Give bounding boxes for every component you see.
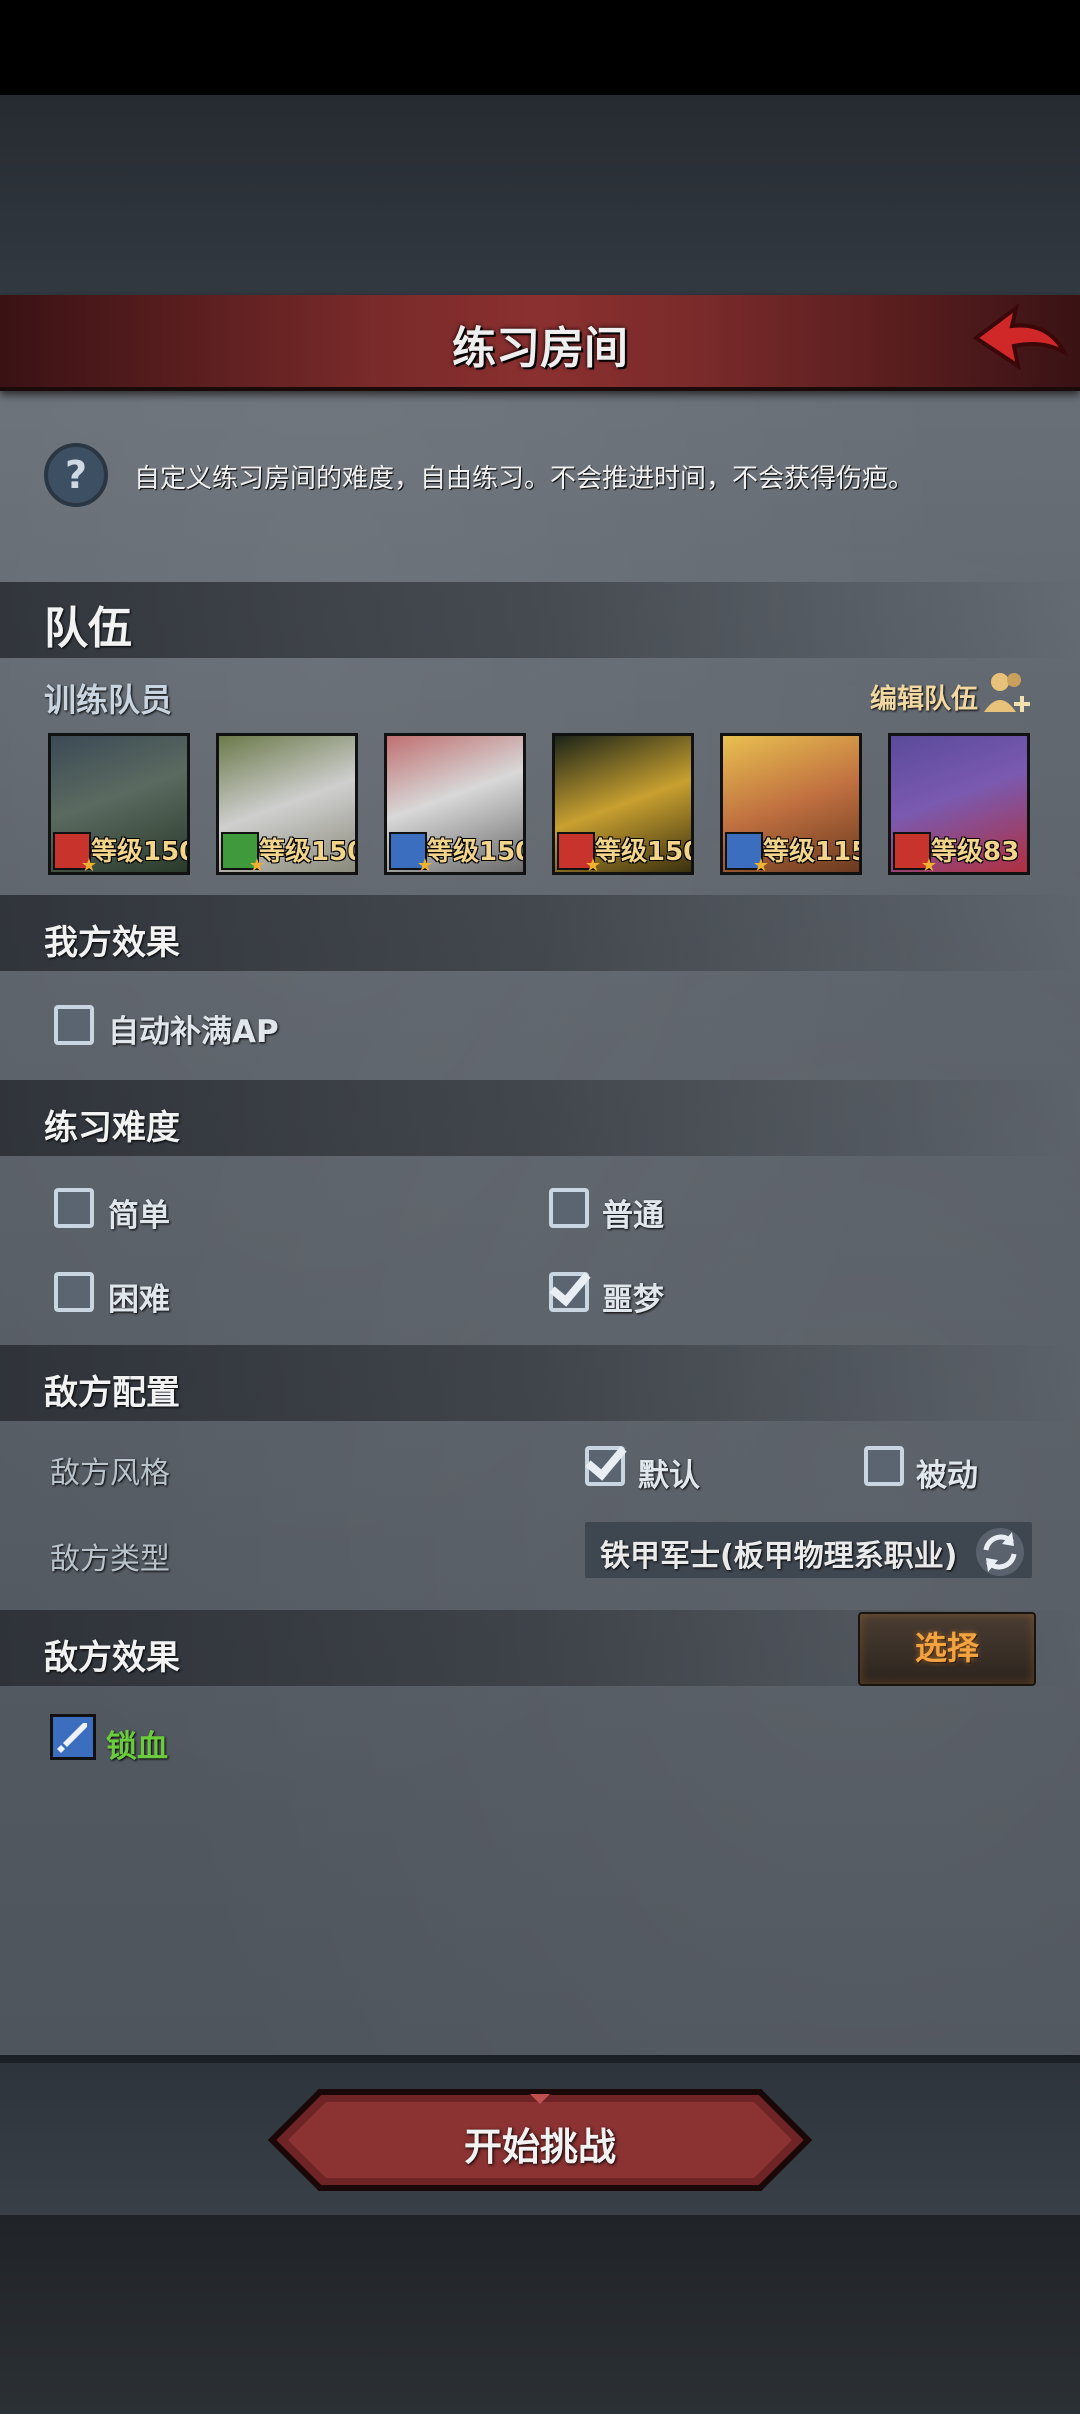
back-arrow-icon[interactable] [968,300,1068,380]
class-icon [53,832,97,872]
team-section-header [0,582,1080,658]
hero-portrait[interactable]: 等级150 [384,733,526,875]
our-effects-title: 我方效果 [44,923,180,963]
hero-level: 等级150 [259,837,358,867]
edit-team-button[interactable]: 编辑队伍 [870,677,978,716]
enemy-style-passive-checkbox[interactable] [864,1446,904,1486]
enemy-type-label: 敌方类型 [50,1542,170,1577]
difficulty-easy-checkbox[interactable] [54,1188,94,1228]
enemy-style-default-checkbox[interactable] [585,1446,625,1486]
sword-icon [50,1714,96,1760]
training-members-label: 训练队员 [44,681,173,719]
hero-portrait[interactable]: 等级150 [552,733,694,875]
class-icon [389,832,433,872]
hero-level: 等级150 [91,837,190,867]
bottom-background [0,2215,1080,2414]
class-icon [557,832,601,872]
difficulty-easy-label: 简单 [108,1198,170,1234]
page-title: 练习房间 [452,323,628,374]
class-icon [893,832,937,872]
difficulty-normal-checkbox[interactable] [549,1188,589,1228]
difficulty-nightmare-label: 噩梦 [602,1282,664,1318]
refresh-icon[interactable] [972,1524,1028,1580]
help-icon[interactable]: ? [44,443,108,507]
info-description: 自定义练习房间的难度，自由练习。不会推进时间，不会获得伤疤。 [134,464,915,494]
auto-ap-checkbox[interactable] [54,1005,94,1045]
enemy-style-label: 敌方风格 [50,1456,170,1491]
hero-level: 等级115 [763,837,862,867]
main-panel [0,295,1080,2055]
hero-portrait[interactable]: 等级115 [720,733,862,875]
hero-level: 等级150 [595,837,694,867]
hero-level: 等级83 [931,837,1020,867]
difficulty-title: 练习难度 [44,1108,180,1148]
sword-glyph-icon [57,1723,87,1753]
top-background [0,95,1080,295]
add-team-icon[interactable] [980,668,1032,720]
team-section-title: 队伍 [44,603,132,654]
hero-portrait[interactable]: 等级150 [48,733,190,875]
difficulty-hard-label: 困难 [108,1282,170,1318]
select-effect-button[interactable]: 选择 [858,1612,1036,1686]
hero-portrait[interactable]: 等级83 [888,733,1030,875]
lock-hp-effect-label: 锁血 [106,1729,168,1765]
difficulty-normal-label: 普通 [602,1198,664,1234]
start-challenge-label: 开始挑战 [463,2125,616,2169]
enemy-style-default-label: 默认 [638,1458,700,1494]
class-icon [725,832,769,872]
enemy-style-passive-label: 被动 [916,1458,978,1494]
hero-portrait[interactable]: 等级150 [216,733,358,875]
auto-ap-label: 自动补满AP [108,1014,279,1050]
enemy-effects-title: 敌方效果 [44,1638,180,1678]
enemy-type-value: 铁甲军士(板甲物理系职业) [600,1539,958,1574]
enemy-config-title: 敌方配置 [44,1373,180,1413]
difficulty-nightmare-checkbox[interactable] [549,1272,589,1312]
difficulty-hard-checkbox[interactable] [54,1272,94,1312]
hero-level: 等级150 [427,837,526,867]
class-icon [221,832,265,872]
